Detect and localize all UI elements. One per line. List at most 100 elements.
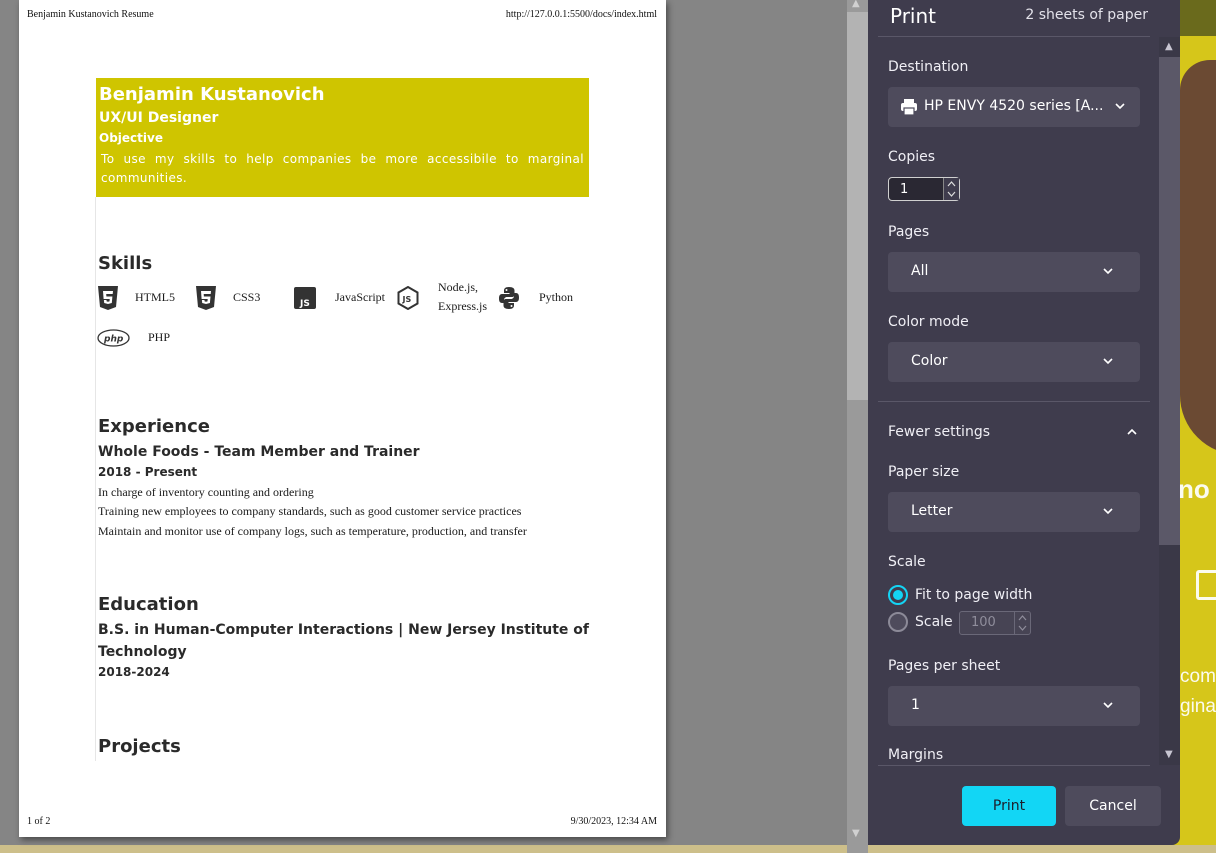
copies-spinner[interactable] — [943, 178, 959, 200]
color-mode-label: Color mode — [888, 314, 969, 330]
scale-spinner[interactable] — [1014, 612, 1030, 634]
header-divider — [878, 36, 1150, 37]
objective-text: To use my skills to help companies be mo… — [101, 152, 584, 185]
content-divider — [95, 197, 96, 761]
copies-label: Copies — [888, 149, 936, 165]
pages-value: All — [911, 263, 929, 279]
destination-label: Destination — [888, 59, 969, 75]
destination-value: HP ENVY 4520 series [A... — [924, 98, 1104, 114]
chevron-down-icon — [1115, 103, 1125, 110]
pages-per-sheet-select[interactable]: 1 — [888, 686, 1140, 726]
education-degree: B.S. in Human-Computer Interactions | Ne… — [98, 622, 590, 638]
printer-icon — [901, 99, 917, 116]
experience-bullet: Maintain and monitor use of company logs… — [98, 524, 527, 538]
pages-per-sheet-label: Pages per sheet — [888, 658, 1001, 674]
javascript-icon: JS — [294, 287, 316, 309]
education-degree-line2: Technology — [98, 644, 187, 660]
destination-select[interactable]: HP ENVY 4520 series [A... — [888, 87, 1140, 127]
svg-text:JS: JS — [299, 299, 310, 309]
scale-value: 100 — [971, 615, 996, 630]
page-footer-count: 1 of 2 — [27, 816, 51, 827]
experience-bullet: In charge of inventory counting and orde… — [98, 485, 314, 499]
print-dialog-title: Print — [890, 4, 937, 28]
cancel-button[interactable]: Cancel — [1065, 786, 1161, 826]
experience-dates: 2018 - Present — [98, 465, 198, 479]
paper-size-value: Letter — [911, 503, 953, 519]
chevron-down-icon — [1103, 508, 1113, 515]
pages-label: Pages — [888, 224, 930, 240]
objective-heading: Objective — [99, 131, 163, 145]
print-button[interactable]: Print — [962, 786, 1056, 826]
sheet-count: 2 sheets of paper — [1025, 7, 1148, 23]
copies-value: 1 — [900, 182, 909, 197]
spinner-arrows-icon — [1018, 615, 1027, 631]
scale-input[interactable]: 100 — [959, 611, 1031, 635]
svg-text:php: php — [103, 335, 124, 345]
skill-label-nodejs-line: Node.js, — [438, 280, 478, 294]
mail-icon — [1196, 570, 1216, 600]
css3-icon — [196, 286, 216, 310]
paper-size-select[interactable]: Letter — [888, 492, 1140, 532]
projects-heading: Projects — [98, 736, 181, 757]
footer-divider — [878, 765, 1150, 766]
settings-scrollbar-thumb[interactable] — [1159, 57, 1180, 545]
background-heading: no — [1178, 474, 1210, 504]
settings-scrollbar[interactable]: ▲ ▼ — [1159, 37, 1180, 765]
chevron-down-icon — [1103, 702, 1113, 709]
fewer-settings-toggle[interactable]: Fewer settings — [888, 424, 990, 440]
color-mode-select[interactable]: Color — [888, 342, 1140, 382]
html5-icon — [98, 286, 118, 310]
scroll-up-arrow-icon[interactable]: ▲ — [852, 0, 860, 9]
php-icon: php — [97, 329, 130, 347]
pages-select[interactable]: All — [888, 252, 1140, 292]
fit-to-width-radio[interactable] — [888, 585, 908, 605]
skill-label-javascript: JavaScript — [335, 290, 385, 304]
custom-scale-label[interactable]: Scale — [915, 614, 953, 630]
resume-role: UX/UI Designer — [99, 110, 219, 126]
scroll-up-arrow-icon[interactable]: ▲ — [1165, 41, 1173, 52]
page-footer-date: 9/30/2023, 12:34 AM — [570, 816, 657, 827]
skill-label-php: PHP — [148, 330, 171, 344]
experience-heading: Experience — [98, 416, 210, 437]
experience-title: Whole Foods - Team Member and Trainer — [98, 444, 420, 460]
margins-label: Margins — [888, 747, 944, 763]
custom-scale-radio[interactable] — [888, 612, 908, 632]
page-header-title: Benjamin Kustanovich Resume — [27, 9, 154, 20]
print-settings-panel: Print 2 sheets of paper Destination HP E… — [868, 0, 1180, 845]
spinner-arrows-icon — [947, 181, 956, 197]
skill-label-css3: CSS3 — [233, 290, 261, 304]
print-preview-page: Benjamin Kustanovich Resume http://127.0… — [19, 0, 666, 837]
skill-label-html5: HTML5 — [135, 290, 175, 304]
background-photo — [1180, 60, 1216, 455]
copies-stepper[interactable]: 1 — [888, 177, 960, 201]
python-icon — [499, 287, 519, 309]
skill-label-python: Python — [539, 290, 574, 304]
experience-bullet: Training new employees to company standa… — [98, 504, 522, 518]
skills-heading: Skills — [98, 253, 153, 274]
chevron-up-icon[interactable] — [1126, 426, 1138, 438]
education-heading: Education — [98, 594, 199, 615]
background-bottom-strip — [0, 845, 1216, 853]
page-header-url: http://127.0.0.1:5500/docs/index.html — [505, 9, 657, 20]
preview-scrollbar[interactable]: ▲ ▼ — [847, 0, 868, 853]
settings-divider — [878, 401, 1150, 402]
resume-name: Benjamin Kustanovich — [99, 84, 325, 105]
background-text: com gina — [1180, 662, 1216, 722]
nodejs-icon: JS — [397, 286, 419, 310]
chevron-down-icon — [1103, 268, 1113, 275]
background-text-line: com — [1180, 666, 1216, 687]
education-dates: 2018-2024 — [98, 665, 170, 679]
background-text-line: gina — [1180, 696, 1216, 717]
chevron-down-icon — [1103, 358, 1113, 365]
scroll-down-arrow-icon[interactable]: ▼ — [852, 828, 860, 839]
skill-label-nodejs: Node.js, Express.js — [438, 278, 487, 316]
paper-size-label: Paper size — [888, 464, 960, 480]
fit-to-width-label[interactable]: Fit to page width — [915, 587, 1032, 603]
preview-scrollbar-thumb[interactable] — [847, 12, 868, 400]
resume-header-block: Benjamin Kustanovich UX/UI Designer Obje… — [96, 78, 589, 197]
svg-text:JS: JS — [402, 295, 412, 304]
skill-label-nodejs-line: Express.js — [438, 299, 487, 313]
scroll-down-arrow-icon[interactable]: ▼ — [1165, 749, 1173, 760]
color-mode-value: Color — [911, 353, 948, 369]
scale-label: Scale — [888, 554, 926, 570]
